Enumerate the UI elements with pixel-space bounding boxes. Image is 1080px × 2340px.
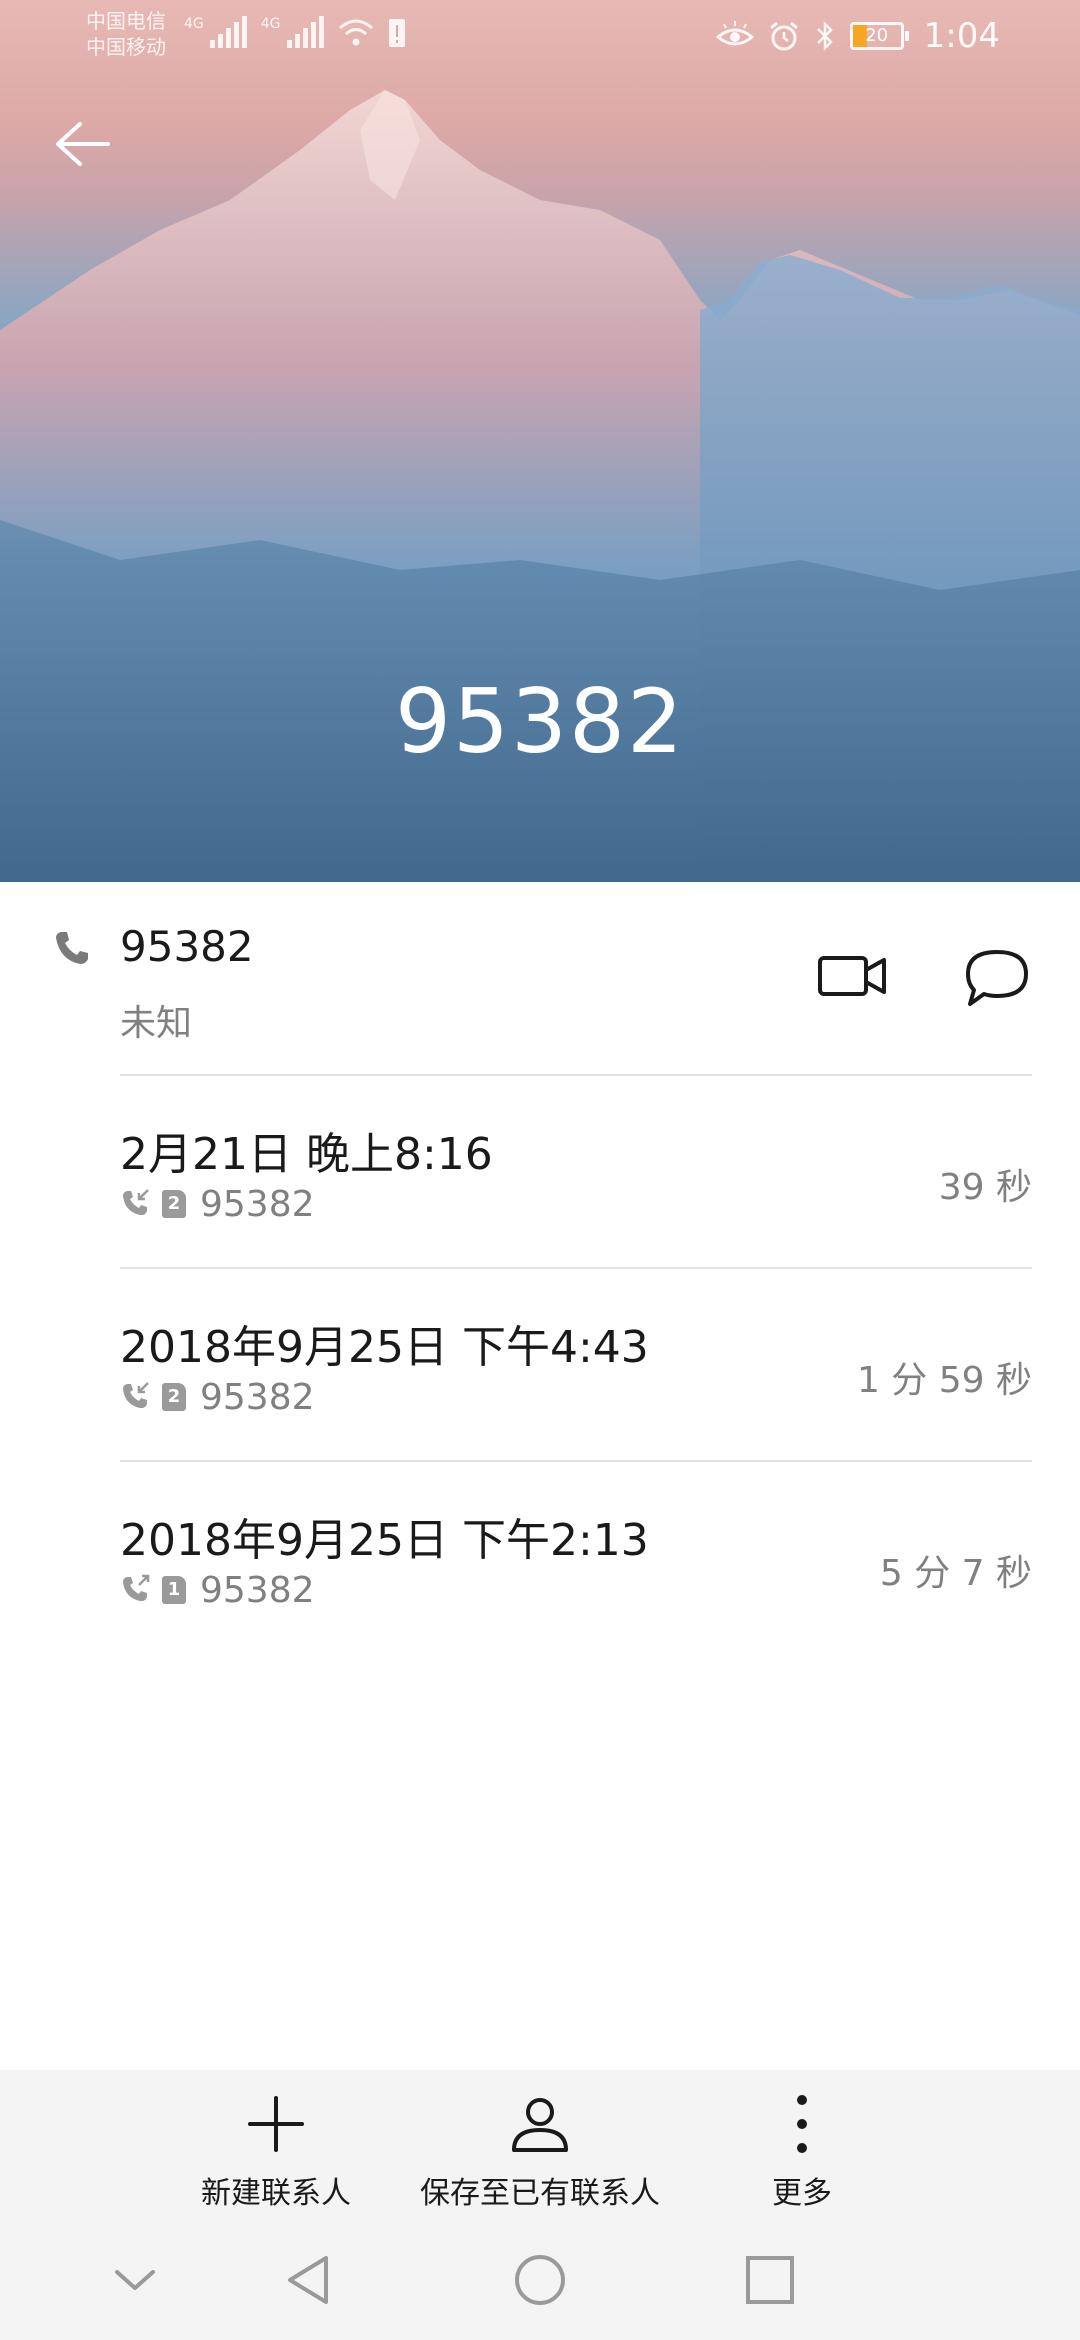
- more-label: 更多: [772, 2176, 832, 2211]
- call-meta: 2 95382: [120, 1376, 315, 1418]
- call-meta: 1 95382: [120, 1569, 315, 1611]
- signal-icons: 4G 4G: [184, 16, 406, 48]
- battery-icon: 20: [849, 22, 909, 50]
- clock: 1:04: [923, 16, 1000, 56]
- wifi-icon: [338, 19, 373, 46]
- network-type-1: 4G: [184, 16, 204, 32]
- divider: [120, 1267, 1032, 1269]
- call-duration: 39 秒: [938, 1167, 1032, 1208]
- call-duration: 5 分 7 秒: [879, 1553, 1032, 1594]
- carrier-2-label: 中国移动: [86, 35, 166, 59]
- bluetooth-icon: [816, 20, 833, 52]
- page-title: 95382: [395, 670, 685, 773]
- more-button[interactable]: 更多: [752, 2094, 852, 2212]
- outgoing-call-icon: [123, 1574, 150, 1602]
- status-bar: 中国电信 中国移动 4G 4G 20 1:04: [0, 0, 1080, 72]
- sim-1-badge: 1: [162, 1576, 186, 1604]
- incoming-call-icon: [123, 1189, 149, 1216]
- incoming-call-icon: [123, 1382, 149, 1409]
- bottom-action-bar: 新建联系人 保存至已有联系人 更多: [0, 2070, 1080, 2220]
- more-vertical-icon: [797, 2095, 807, 2153]
- video-call-icon[interactable]: [816, 946, 888, 1006]
- back-arrow-icon[interactable]: [50, 112, 114, 176]
- call-log-item[interactable]: 2月21日 晚上8:16 2 95382 39 秒: [0, 1118, 1080, 1308]
- call-log-item[interactable]: 2018年9月25日 下午4:43 2 95382 1 分 59 秒: [0, 1311, 1080, 1501]
- back-triangle-icon[interactable]: [280, 2250, 340, 2310]
- recents-square-icon[interactable]: [740, 2250, 800, 2310]
- eye-comfort-icon: [715, 21, 754, 46]
- chevron-down-icon[interactable]: [105, 2250, 165, 2310]
- call-number: 95382: [200, 1376, 315, 1418]
- carrier-1-label: 中国电信: [86, 9, 166, 33]
- call-date: 2月21日 晚上8:16: [120, 1129, 493, 1180]
- sim-2-badge: 2: [162, 1190, 186, 1218]
- home-circle-icon[interactable]: [510, 2250, 570, 2310]
- sim-2-badge: 2: [162, 1383, 186, 1411]
- person-icon: [512, 2098, 568, 2152]
- call-duration: 1 分 59 秒: [856, 1360, 1032, 1401]
- new-contact-label: 新建联系人: [201, 2176, 351, 2211]
- sim-alert-icon: [388, 19, 405, 47]
- divider: [120, 1074, 1032, 1076]
- divider: [120, 1460, 1032, 1462]
- status-right: 20 1:04: [715, 14, 1000, 58]
- signal-strength-icon: [286, 16, 324, 48]
- signal-strength-icon: [209, 16, 247, 48]
- header-hero: 中国电信 中国移动 4G 4G 20 1:04 95382: [0, 0, 1080, 882]
- message-icon[interactable]: [962, 946, 1032, 1010]
- contact-number[interactable]: 95382: [120, 922, 254, 971]
- contact-label: 未知: [120, 1003, 193, 1044]
- call-date: 2018年9月25日 下午2:13: [120, 1515, 649, 1566]
- call-number: 95382: [200, 1569, 315, 1611]
- battery-level: 20: [865, 25, 889, 46]
- new-contact-button[interactable]: 新建联系人: [190, 2094, 362, 2212]
- alarm-icon: [769, 21, 798, 51]
- plus-icon: [248, 2096, 304, 2152]
- network-type-2: 4G: [260, 16, 281, 32]
- call-meta: 2 95382: [120, 1183, 315, 1225]
- system-navigation-bar: [0, 2220, 1080, 2340]
- call-date: 2018年9月25日 下午4:43: [120, 1322, 649, 1373]
- call-number: 95382: [200, 1183, 315, 1225]
- save-to-existing-contact-button[interactable]: 保存至已有联系人: [410, 2094, 670, 2212]
- phone-icon: [56, 932, 88, 964]
- call-log-item[interactable]: 2018年9月25日 下午2:13 1 95382 5 分 7 秒: [0, 1504, 1080, 1694]
- save-to-existing-label: 保存至已有联系人: [420, 2176, 660, 2211]
- carrier-labels: 中国电信 中国移动: [86, 8, 166, 60]
